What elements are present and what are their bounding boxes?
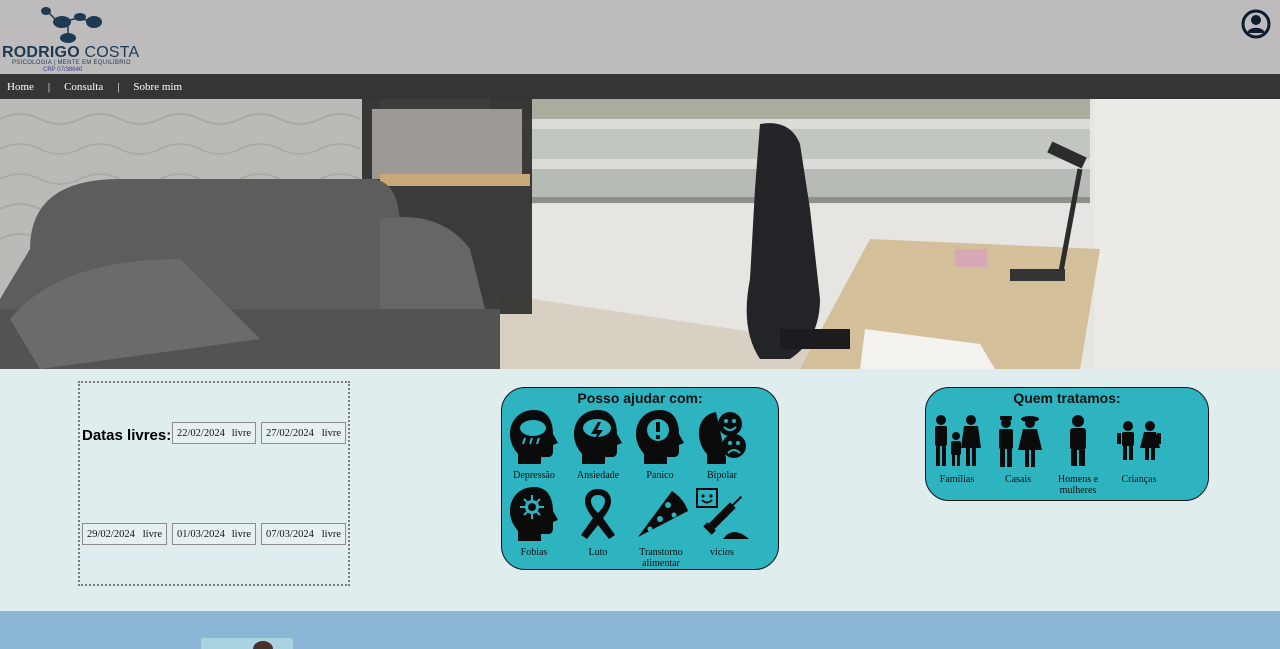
hero-office-photo bbox=[0, 99, 1280, 369]
help-item-transtorno-alimentar[interactable]: Transtorno alimentar bbox=[630, 485, 692, 569]
brand-crp: CRP 07/38640 bbox=[43, 67, 83, 73]
help-item-label: Depressão bbox=[513, 470, 555, 481]
help-item-label: Panico bbox=[646, 470, 674, 481]
help-item-fobias[interactable]: Fobias bbox=[506, 485, 562, 558]
audience-item-criancas[interactable]: Crianças bbox=[1110, 412, 1168, 485]
date-slot-button[interactable]: 07/03/2024 livre bbox=[261, 523, 346, 545]
audience-item-label: Famílias bbox=[939, 474, 975, 485]
head-rain-cloud-icon bbox=[510, 410, 558, 464]
logo-mark-icon bbox=[41, 7, 102, 43]
help-item-vicios[interactable]: vicios bbox=[692, 485, 752, 558]
date-slot-button[interactable]: 27/02/2024 livre bbox=[261, 422, 346, 444]
help-item-label: Luto bbox=[588, 547, 608, 558]
syringe-drugs-icon bbox=[696, 488, 749, 539]
date-slot-date: 07/03/2024 bbox=[266, 528, 314, 540]
audience-item-label: Crianças bbox=[1121, 474, 1157, 485]
nav-separator: | bbox=[47, 80, 51, 93]
date-slot-date: 01/03/2024 bbox=[177, 528, 225, 540]
audience-card: Quem tratamos: Famílias Casais Homens e … bbox=[925, 387, 1209, 501]
mourning-ribbon-icon bbox=[581, 489, 615, 539]
help-item-depressao[interactable]: Depressão bbox=[506, 408, 562, 481]
nav-sobre-mim-link[interactable]: Sobre mim bbox=[133, 81, 182, 93]
pizza-slice-icon bbox=[638, 491, 688, 537]
help-item-label: Fobias bbox=[520, 547, 548, 558]
free-dates-panel: Datas livres: 22/02/2024 livre 27/02/202… bbox=[78, 381, 350, 586]
help-item-bipolar[interactable]: Bipolar bbox=[692, 408, 752, 481]
nav-home-link[interactable]: Home bbox=[7, 81, 34, 93]
profile-photo-thumbnail bbox=[201, 638, 293, 649]
audience-item-casais[interactable]: Casais bbox=[990, 412, 1046, 485]
audience-item-homens-mulheres[interactable]: Homens e mulheres bbox=[1050, 412, 1106, 496]
date-slot-status: livre bbox=[321, 427, 341, 439]
nav-consulta-link[interactable]: Consulta bbox=[64, 81, 103, 93]
head-virus-icon bbox=[510, 487, 558, 541]
audience-item-label: Casais bbox=[1004, 474, 1032, 485]
head-storm-cloud-icon bbox=[574, 410, 622, 464]
date-slot-status: livre bbox=[231, 528, 251, 540]
audience-title: Quem tratamos: bbox=[1013, 390, 1121, 406]
date-slot-date: 27/02/2024 bbox=[266, 427, 314, 439]
date-slot-status: livre bbox=[231, 427, 251, 439]
user-profile-icon[interactable] bbox=[1241, 9, 1271, 39]
date-slot-button[interactable]: 22/02/2024 livre bbox=[172, 422, 256, 444]
footer-section bbox=[0, 611, 1280, 649]
nav-separator: | bbox=[117, 80, 120, 93]
brand-logo[interactable]: RODRIGO COSTA PSICOLOGIA | MENTE EM EQUI… bbox=[0, 2, 140, 74]
help-topics-title: Posso ajudar com: bbox=[577, 390, 703, 406]
date-slot-status: livre bbox=[321, 528, 341, 540]
help-item-label: Bipolar bbox=[707, 470, 737, 481]
head-alert-icon bbox=[636, 410, 684, 464]
help-topics-card: Posso ajudar com: Depressão Ansiedade Pa… bbox=[501, 387, 779, 570]
help-item-ansiedade[interactable]: Ansiedade bbox=[568, 408, 628, 481]
date-slot-button[interactable]: 29/02/2024 livre bbox=[82, 523, 167, 545]
person-icon bbox=[1070, 415, 1086, 466]
children-icon bbox=[1117, 421, 1161, 460]
date-slot-date: 22/02/2024 bbox=[177, 427, 225, 439]
help-item-panico[interactable]: Panico bbox=[630, 408, 690, 481]
date-slot-date: 29/02/2024 bbox=[87, 528, 135, 540]
date-slot-button[interactable]: 01/03/2024 livre bbox=[172, 523, 256, 545]
family-icon bbox=[935, 415, 981, 466]
date-slot-status: livre bbox=[142, 528, 162, 540]
main-nav: Home | Consulta | Sobre mim bbox=[0, 74, 1280, 99]
site-header: RODRIGO COSTA PSICOLOGIA | MENTE EM EQUI… bbox=[0, 0, 1280, 74]
brand-tagline: PSICOLOGIA | MENTE EM EQUILÍBRIO bbox=[12, 60, 131, 66]
help-item-label: Ansiedade bbox=[576, 470, 620, 481]
bipolar-faces-icon bbox=[698, 412, 746, 464]
audience-item-label: Homens e mulheres bbox=[1057, 474, 1099, 496]
help-item-luto[interactable]: Luto bbox=[568, 485, 628, 558]
couple-icon bbox=[999, 416, 1042, 467]
help-item-label: Transtorno alimentar bbox=[639, 547, 683, 569]
free-dates-title: Datas livres: bbox=[82, 427, 172, 444]
audience-item-familias[interactable]: Famílias bbox=[930, 412, 984, 485]
help-item-label: vicios bbox=[710, 547, 734, 558]
